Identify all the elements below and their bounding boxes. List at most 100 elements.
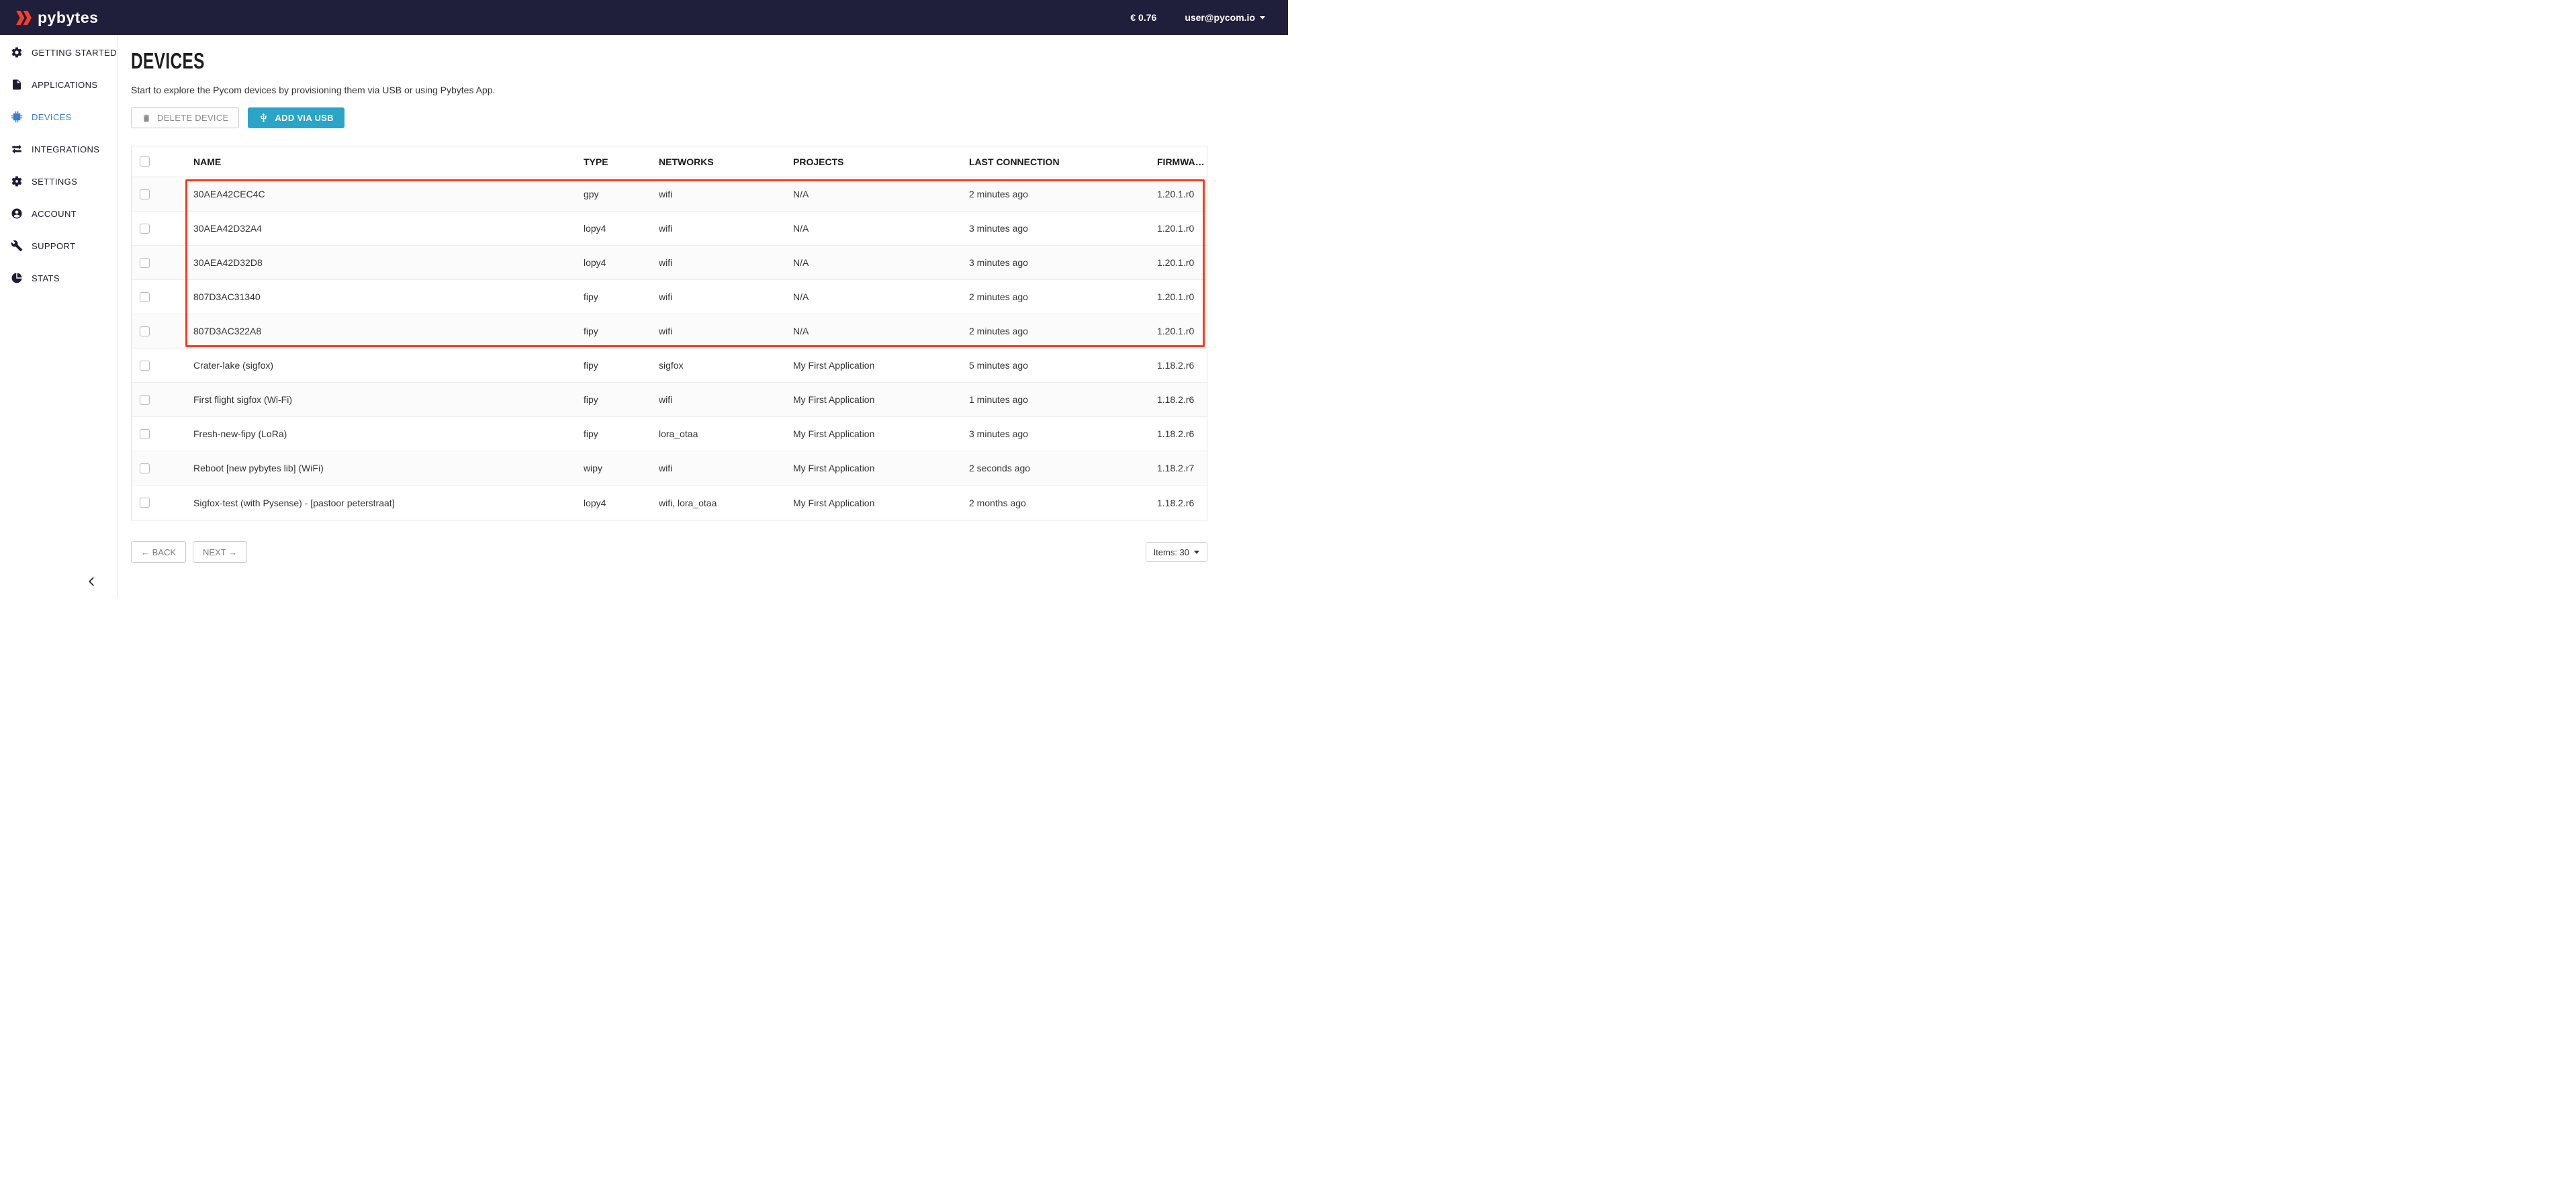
column-header-type: TYPE [577,156,652,167]
row-checkbox[interactable] [140,189,150,199]
page-title-text: DEVICES [131,48,205,74]
table-row[interactable]: 30AEA42CEC4C gpy wifi N/A 2 minutes ago … [132,177,1207,212]
select-all-checkbox[interactable] [140,156,150,167]
sidebar-item-label: GETTING STARTED [32,48,117,58]
row-checkbox[interactable] [140,395,150,405]
sidebar-item-settings[interactable]: SETTINGS [0,165,118,197]
device-last-connection: 3 minutes ago [962,223,1150,234]
row-checkbox[interactable] [140,429,150,439]
device-name: 30AEA42CEC4C [180,189,577,199]
row-checkbox[interactable] [140,224,150,234]
device-type: fipy [577,291,652,302]
table-row[interactable]: Crater-lake (sigfox) fipy sigfox My Firs… [132,349,1207,383]
support-icon [10,240,23,252]
sidebar-item-getting-started[interactable]: GETTING STARTED [0,36,118,68]
sidebar-item-label: DEVICES [32,112,72,122]
sidebar-item-label: APPLICATIONS [32,80,97,90]
trash-icon [142,113,151,123]
sidebar-item-integrations[interactable]: INTEGRATIONS [0,133,118,165]
device-networks: wifi [652,223,786,234]
table-row[interactable]: First flight sigfox (Wi-Fi) fipy wifi My… [132,383,1207,417]
device-type: fipy [577,428,652,439]
account-balance[interactable]: € 0.76 [1130,12,1156,23]
row-checkbox[interactable] [140,258,150,268]
device-last-connection: 2 minutes ago [962,189,1150,199]
sidebar-item-label: STATS [32,273,60,283]
table-row[interactable]: 807D3AC31340 fipy wifi N/A 2 minutes ago… [132,280,1207,314]
device-last-connection: 3 minutes ago [962,428,1150,439]
device-name: 30AEA42D32A4 [180,223,577,234]
gear-icon [10,46,23,59]
pybytes-logo[interactable]: pybytes [15,9,98,27]
sidebar-item-devices[interactable]: DEVICES [0,101,118,133]
sidebar-item-support[interactable]: SUPPORT [0,230,118,262]
sidebar: GETTING STARTED APPLICATIONS DEVICES INT… [0,35,118,598]
account-icon [10,208,23,220]
device-firmware: 1.18.2.r7 [1150,463,1207,473]
next-button[interactable]: NEXT → [193,541,247,563]
device-firmware: 1.18.2.r6 [1150,394,1207,405]
device-name: Reboot [new pybytes lib] (WiFi) [180,463,577,473]
device-firmware: 1.18.2.r6 [1150,428,1207,439]
table-row[interactable]: 807D3AC322A8 fipy wifi N/A 2 minutes ago… [132,314,1207,349]
device-projects: N/A [786,223,962,234]
device-projects: My First Application [786,360,962,371]
device-projects: My First Application [786,394,962,405]
device-networks: wifi [652,257,786,268]
device-firmware: 1.18.2.r6 [1150,498,1207,508]
device-firmware: 1.20.1.r0 [1150,326,1207,336]
integrations-icon [10,143,23,156]
device-last-connection: 2 months ago [962,498,1150,508]
devices-table: NAME TYPE NETWORKS PROJECTS LAST CONNECT… [131,146,1207,520]
sidebar-collapse-button[interactable] [84,573,100,590]
device-last-connection: 5 minutes ago [962,360,1150,371]
chevron-down-icon [1260,16,1265,19]
device-type: wipy [577,463,652,473]
row-checkbox[interactable] [140,326,150,336]
device-networks: lora_otaa [652,428,786,439]
add-via-usb-button[interactable]: ADD VIA USB [248,107,344,128]
device-projects: N/A [786,257,962,268]
device-firmware: 1.20.1.r0 [1150,189,1207,199]
sidebar-item-stats[interactable]: STATS [0,262,118,294]
row-checkbox[interactable] [140,361,150,371]
chevron-left-icon [86,576,98,588]
row-checkbox[interactable] [140,292,150,302]
applications-icon [10,79,23,91]
page-subtitle: Start to explore the Pycom devices by pr… [131,85,1288,95]
device-firmware: 1.20.1.r0 [1150,223,1207,234]
table-body: 30AEA42CEC4C gpy wifi N/A 2 minutes ago … [132,177,1207,520]
device-networks: sigfox [652,360,786,371]
table-row[interactable]: 30AEA42D32A4 lopy4 wifi N/A 3 minutes ag… [132,212,1207,246]
settings-icon [10,175,23,188]
device-last-connection: 2 seconds ago [962,463,1150,473]
main-content: DEVICES Start to explore the Pycom devic… [119,35,1288,563]
device-name: Fresh-new-fipy (LoRa) [180,428,577,439]
table-row[interactable]: Reboot [new pybytes lib] (WiFi) wipy wif… [132,451,1207,486]
devices-icon [10,111,23,124]
device-name: Sigfox-test (with Pysense) - [pastoor pe… [180,498,577,508]
device-projects: N/A [786,326,962,336]
device-projects: N/A [786,291,962,302]
sidebar-nav: GETTING STARTED APPLICATIONS DEVICES INT… [0,36,118,294]
row-checkbox[interactable] [140,498,150,508]
sidebar-item-applications[interactable]: APPLICATIONS [0,68,118,101]
table-row[interactable]: Sigfox-test (with Pysense) - [pastoor pe… [132,486,1207,520]
device-type: fipy [577,360,652,371]
column-header-last-connection: LAST CONNECTION [962,156,1150,167]
delete-device-button[interactable]: DELETE DEVICE [131,107,239,128]
column-header-networks: NETWORKS [652,156,786,167]
sidebar-item-label: INTEGRATIONS [32,144,99,154]
table-row[interactable]: Fresh-new-fipy (LoRa) fipy lora_otaa My … [132,417,1207,451]
sidebar-item-account[interactable]: ACCOUNT [0,197,118,230]
back-button[interactable]: ← BACK [131,541,186,563]
items-per-page-dropdown[interactable]: Items: 30 [1146,542,1207,562]
toolbar: DELETE DEVICE ADD VIA USB [131,107,1288,128]
pycom-chevrons-icon [15,11,32,25]
row-checkbox[interactable] [140,463,150,473]
table-row[interactable]: 30AEA42D32D8 lopy4 wifi N/A 3 minutes ag… [132,246,1207,280]
table-header-row: NAME TYPE NETWORKS PROJECTS LAST CONNECT… [132,146,1207,177]
device-last-connection: 1 minutes ago [962,394,1150,405]
device-name: Crater-lake (sigfox) [180,360,577,371]
user-menu[interactable]: user@pycom.io [1185,12,1265,23]
